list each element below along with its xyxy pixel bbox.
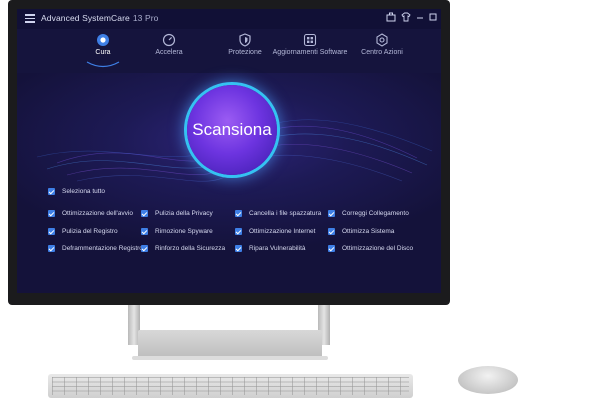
- option-label: Ottimizza Sistema: [342, 228, 395, 235]
- toolbox-icon[interactable]: [384, 12, 398, 26]
- option-correggi-collegamento[interactable]: Correggi Collegamento: [328, 210, 409, 217]
- tab-centro-azioni[interactable]: Centro Azioni: [337, 33, 427, 56]
- checkbox-checked-icon: [141, 245, 148, 252]
- checkbox-checked-icon: [235, 245, 242, 252]
- care-icon: [96, 33, 110, 47]
- option-label: Rinforzo della Sicurezza: [155, 245, 226, 252]
- monitor-stand-base: [138, 330, 322, 358]
- shield-icon: [238, 33, 252, 47]
- option-label: Pulizia della Privacy: [155, 210, 213, 217]
- checkbox-checked-icon: [48, 245, 55, 252]
- option-pulizia-privacy[interactable]: Pulizia della Privacy: [141, 210, 213, 217]
- select-all-checkbox[interactable]: Seleziona tutto: [48, 188, 105, 195]
- update-grid-icon: [303, 33, 317, 47]
- active-tab-indicator: [86, 61, 120, 68]
- checkbox-checked-icon: [141, 210, 148, 217]
- option-label: Correggi Collegamento: [342, 210, 409, 217]
- option-pulizia-registro[interactable]: Pulizia del Registro: [48, 228, 118, 235]
- speedometer-icon: [162, 33, 176, 47]
- scan-button-label: Scansiona: [192, 120, 272, 139]
- mouse: [458, 366, 518, 394]
- option-rimozione-spyware[interactable]: Rimozione Spyware: [141, 228, 213, 235]
- option-rinforzo-sicurezza[interactable]: Rinforzo della Sicurezza: [141, 245, 225, 252]
- option-ottimizzazione-disco[interactable]: Ottimizzazione del Disco: [328, 245, 413, 252]
- close-icon[interactable]: [438, 12, 441, 26]
- option-label: Rimozione Spyware: [155, 228, 213, 235]
- select-all-label: Seleziona tutto: [62, 188, 106, 195]
- option-label: Ottimizzazione del Disco: [342, 245, 414, 252]
- app-title: Advanced SystemCare 13 Pro: [41, 13, 159, 23]
- option-ottimizzazione-avvio[interactable]: Ottimizzazione dell'avvio: [48, 210, 133, 217]
- option-ripara-vulnerabilita[interactable]: Ripara Vulnerabilità: [235, 245, 306, 252]
- scan-button[interactable]: Scansiona: [187, 85, 277, 175]
- option-ottimizzazione-internet[interactable]: Ottimizzazione Internet: [235, 228, 315, 235]
- main-nav: Cura Accelera Protezione Aggiornamenti S…: [17, 29, 441, 73]
- option-label: Cancella i file spazzatura: [249, 210, 322, 217]
- option-ottimizza-sistema[interactable]: Ottimizza Sistema: [328, 228, 394, 235]
- app-version: 13 Pro: [132, 13, 159, 23]
- option-deframmentazione-registro[interactable]: Deframmentazione Registro: [48, 245, 143, 252]
- checkbox-checked-icon: [141, 228, 148, 235]
- shirt-icon[interactable]: [399, 12, 413, 26]
- app-window: Advanced SystemCare 13 Pro Cura Accelera…: [17, 9, 441, 293]
- monitor: Advanced SystemCare 13 Pro Cura Accelera…: [8, 0, 450, 305]
- minimize-icon[interactable]: [413, 12, 427, 26]
- checkbox-checked-icon: [48, 228, 55, 235]
- hamburger-menu-icon[interactable]: [25, 14, 35, 23]
- checkbox-checked-icon: [48, 210, 55, 217]
- tab-label: Centro Azioni: [361, 49, 403, 56]
- option-label: Deframmentazione Registro: [62, 245, 143, 252]
- checkbox-checked-icon: [328, 245, 335, 252]
- main-panel: Scansiona Seleziona tutto Ottimizzazione…: [17, 73, 441, 293]
- stand-shadow: [132, 356, 328, 360]
- checkbox-checked-icon: [328, 210, 335, 217]
- option-label: Pulizia del Registro: [62, 228, 118, 235]
- checkbox-checked-icon: [48, 188, 55, 195]
- option-label: Ottimizzazione dell'avvio: [62, 210, 133, 217]
- checkbox-checked-icon: [235, 210, 242, 217]
- option-cancella-file-spazzatura[interactable]: Cancella i file spazzatura: [235, 210, 321, 217]
- checkbox-checked-icon: [235, 228, 242, 235]
- keyboard: [48, 374, 413, 398]
- gear-icon: [375, 33, 389, 47]
- option-label: Ripara Vulnerabilità: [249, 245, 306, 252]
- keyboard-keys: [52, 377, 409, 395]
- option-label: Ottimizzazione Internet: [249, 228, 316, 235]
- app-name: Advanced SystemCare: [41, 13, 130, 23]
- title-bar: Advanced SystemCare 13 Pro: [17, 9, 441, 29]
- checkbox-checked-icon: [328, 228, 335, 235]
